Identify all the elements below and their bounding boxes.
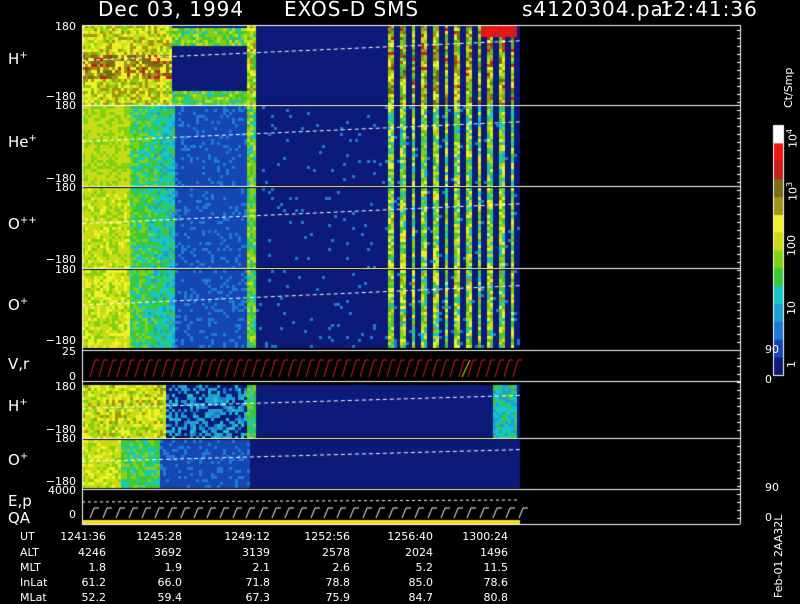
colorbar-label-1e4: 104	[785, 128, 800, 148]
panel-label-ep: E,p	[8, 492, 32, 510]
axis-row-value: 4246	[78, 546, 106, 559]
file-name: s4120304.par	[522, 0, 674, 21]
side-label: Feb-01 2AA32L	[772, 514, 785, 598]
colorbar-label-10: 10	[785, 301, 798, 315]
axis-row-value: 1.9	[164, 561, 183, 574]
axis-row-value: 2.1	[252, 561, 271, 574]
panel-label-o-plusplus: O++	[8, 215, 37, 233]
right-tick: 90	[765, 343, 779, 356]
axis-row-name: UT	[20, 530, 35, 543]
spectrogram-canvas	[0, 0, 800, 600]
axis-row-value: 78.6	[483, 576, 509, 589]
axis-row-value: 11.5	[483, 561, 509, 574]
axis-row-value: 2.6	[332, 561, 351, 574]
y-tick: 180	[55, 20, 76, 33]
axis-row-value: 59.4	[157, 591, 183, 604]
panel-label-o-plus-2: O+	[8, 451, 29, 469]
colorbar-unit: Ct/Smp	[782, 67, 795, 108]
axis-row-value: 85.0	[408, 576, 434, 589]
y-tick: 180	[55, 181, 76, 194]
y-tick: 25	[62, 345, 76, 358]
panel-label-qa: QA	[8, 509, 31, 527]
axis-row-mlat: MLat 52.2 59.4 67.3 75.9 84.7 80.8	[0, 591, 760, 604]
axis-row-name: InLat	[20, 576, 48, 589]
axis-row-value: 2578	[322, 546, 350, 559]
plot-date: Dec 03, 1994	[98, 0, 245, 21]
axis-row-value: 61.2	[81, 576, 107, 589]
right-tick: 0	[765, 373, 772, 386]
axis-row-value: 2024	[405, 546, 433, 559]
axis-row-value: 1256:40	[387, 530, 433, 543]
axis-row-value: 1496	[480, 546, 508, 559]
axis-row-value: 1252:56	[304, 530, 350, 543]
y-tick: 180	[55, 380, 76, 393]
axis-row-alt: ALT 4246 3692 3139 2578 2024 1496	[0, 546, 760, 559]
axis-row-value: 52.2	[81, 591, 107, 604]
y-tick: 4000	[48, 484, 76, 497]
axis-row-name: MLat	[20, 591, 47, 604]
axis-row-value: 1241:36	[60, 530, 106, 543]
axis-row-value: 1249:12	[224, 530, 270, 543]
panel-label-vr: V,r	[8, 355, 30, 373]
axis-row-ut: UT 1241:36 1245:28 1249:12 1252:56 1256:40 130…	[0, 530, 760, 543]
axis-row-name: ALT	[20, 546, 39, 559]
y-tick: 180	[55, 263, 76, 276]
y-tick: 180	[55, 99, 76, 112]
axis-row-value: 80.8	[483, 591, 509, 604]
axis-row-value: 3139	[242, 546, 270, 559]
colorbar-label-100: 100	[785, 235, 798, 256]
axis-row-inlat: InLat 61.2 66.0 71.8 78.8 85.0 78.6	[0, 576, 760, 589]
panel-label-he-plus: He+	[8, 133, 37, 151]
axis-row-value: 71.8	[245, 576, 271, 589]
axis-row-value: 75.9	[325, 591, 351, 604]
axis-row-value: 84.7	[408, 591, 434, 604]
axis-row-value: 3692	[154, 546, 182, 559]
axis-row-value: 5.2	[415, 561, 434, 574]
y-tick: 180	[55, 432, 76, 445]
axis-row-value: 1245:28	[136, 530, 182, 543]
plot-time: 12:41:36	[660, 0, 758, 21]
right-tick: 90	[765, 481, 779, 494]
axis-row-value: 1.8	[88, 561, 107, 574]
axis-row-value: 66.0	[157, 576, 183, 589]
panel-label-h-plus: H+	[8, 50, 28, 68]
axis-row-value: 67.3	[245, 591, 271, 604]
instrument-name: EXOS-D SMS	[284, 0, 420, 21]
y-tick: 0	[69, 508, 76, 521]
axis-row-value: 1300:24	[462, 530, 508, 543]
panel-label-h-plus-2: H+	[8, 397, 28, 415]
panel-label-o-plus: O+	[8, 296, 29, 314]
axis-row-value: 78.8	[325, 576, 351, 589]
colorbar-label-1e3: 103	[785, 181, 800, 201]
colorbar-label-1: 1	[785, 361, 798, 368]
axis-row-mlt: MLT 1.8 1.9 2.1 2.6 5.2 11.5	[0, 561, 760, 574]
right-tick: 0	[765, 511, 772, 524]
axis-row-name: MLT	[20, 561, 41, 574]
